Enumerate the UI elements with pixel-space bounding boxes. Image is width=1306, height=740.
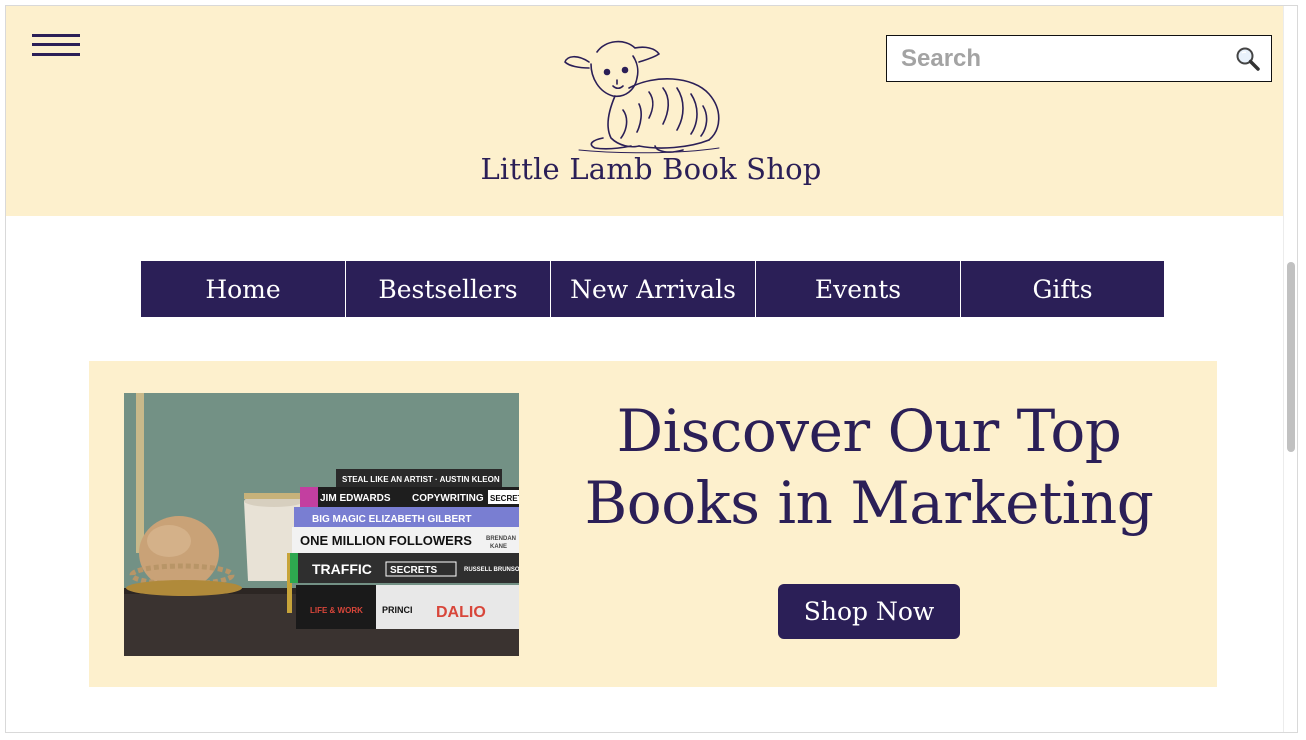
nav-item-new-arrivals[interactable]: New Arrivals <box>551 261 755 317</box>
nav-item-bestsellers[interactable]: Bestsellers <box>346 261 550 317</box>
hamburger-line <box>32 53 80 56</box>
site-header: Little Lamb Book Shop <box>6 6 1283 216</box>
svg-text:COPYWRITING: COPYWRITING <box>412 493 484 504</box>
svg-text:LIFE & WORK: LIFE & WORK <box>310 606 363 615</box>
search-input[interactable] <box>899 42 1223 76</box>
svg-text:STEAL LIKE AN ARTIST · AUSTIN: STEAL LIKE AN ARTIST · AUSTIN KLEON <box>342 475 500 484</box>
banner-title-line: Books in Marketing <box>584 469 1154 537</box>
browser-viewport: Little Lamb Book Shop Home Bestsellers N… <box>5 5 1298 733</box>
svg-text:TRAFFIC: TRAFFIC <box>312 561 372 577</box>
svg-text:JIM EDWARDS: JIM EDWARDS <box>320 493 391 504</box>
lamb-logo-icon[interactable] <box>559 34 729 156</box>
main-navigation: Home Bestsellers New Arrivals Events Gif… <box>141 261 1164 317</box>
hamburger-line <box>32 43 80 46</box>
hamburger-menu-icon[interactable] <box>32 34 80 60</box>
svg-text:DALIO: DALIO <box>436 604 486 621</box>
nav-item-home[interactable]: Home <box>141 261 345 317</box>
svg-text:BIG MAGIC ELIZABETH GILBERT: BIG MAGIC ELIZABETH GILBERT <box>312 514 471 525</box>
svg-text:RUSSELL BRUNSON: RUSSELL BRUNSON <box>464 567 519 573</box>
shop-name[interactable]: Little Lamb Book Shop <box>446 152 856 186</box>
search-box <box>886 35 1272 82</box>
promo-banner: STEAL LIKE AN ARTIST · AUSTIN KLEON JIM … <box>89 361 1217 687</box>
book-stack-image: STEAL LIKE AN ARTIST · AUSTIN KLEON JIM … <box>124 393 519 656</box>
scrollbar-thumb[interactable] <box>1287 262 1295 452</box>
nav-item-gifts[interactable]: Gifts <box>961 261 1164 317</box>
shop-now-button[interactable]: Shop Now <box>778 584 960 639</box>
svg-text:BRENDAN: BRENDAN <box>486 536 516 542</box>
svg-text:SECRETS: SECRETS <box>490 494 519 503</box>
magnifier-icon[interactable] <box>1235 46 1261 72</box>
vertical-scrollbar[interactable] <box>1283 6 1297 732</box>
svg-text:PRINCI: PRINCI <box>382 605 413 615</box>
hamburger-line <box>32 34 80 37</box>
svg-text:SECRETS: SECRETS <box>390 565 438 576</box>
nav-item-events[interactable]: Events <box>756 261 960 317</box>
svg-text:KANE: KANE <box>490 544 507 550</box>
svg-text:ONE MILLION FOLLOWERS: ONE MILLION FOLLOWERS <box>300 533 472 548</box>
banner-title: Discover Our Top Books in Marketing <box>569 395 1169 539</box>
banner-title-line: Discover Our Top <box>616 397 1122 465</box>
